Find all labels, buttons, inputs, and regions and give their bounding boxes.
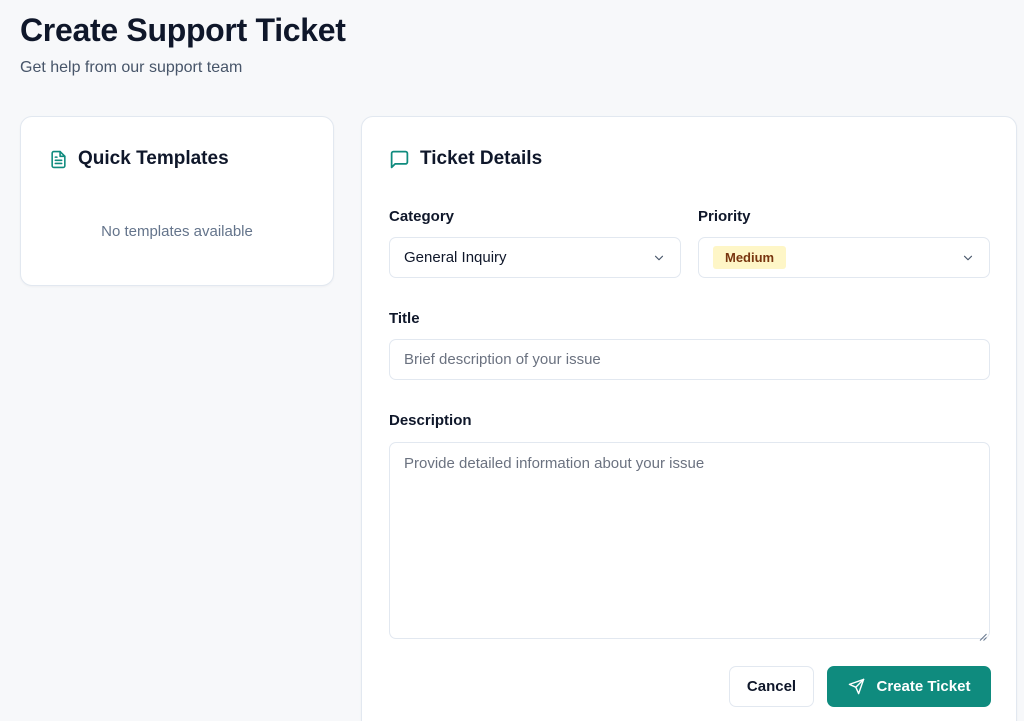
priority-badge: Medium (713, 246, 787, 269)
cancel-button[interactable]: Cancel (729, 666, 814, 707)
title-input[interactable] (389, 339, 990, 380)
page: Create Support Ticket Get help from our … (0, 0, 1024, 721)
description-label: Description (389, 412, 472, 429)
templates-empty-text: No templates available (101, 223, 253, 240)
message-square-icon (389, 149, 410, 170)
ticket-details-card: Ticket Details Category General Inquiry … (361, 116, 1017, 721)
chevron-down-icon (961, 251, 975, 269)
quick-templates-title: Quick Templates (78, 148, 229, 169)
ticket-details-title: Ticket Details (420, 148, 543, 169)
resize-handle-icon[interactable] (979, 628, 987, 646)
category-select-value: General Inquiry (404, 249, 507, 266)
title-label: Title (389, 310, 420, 327)
quick-templates-card: Quick Templates No templates available (20, 116, 334, 286)
file-text-icon (49, 149, 68, 170)
send-icon (848, 678, 865, 695)
page-title: Create Support Ticket (20, 12, 346, 48)
page-subtitle: Get help from our support team (20, 59, 243, 76)
priority-select[interactable]: Medium (698, 237, 990, 278)
category-select[interactable]: General Inquiry (389, 237, 681, 278)
create-ticket-button[interactable]: Create Ticket (827, 666, 991, 707)
description-textarea[interactable] (389, 442, 990, 639)
create-ticket-label: Create Ticket (876, 678, 971, 695)
category-label: Category (389, 208, 455, 225)
cancel-button-label: Cancel (746, 678, 797, 695)
chevron-down-icon (652, 251, 666, 269)
priority-label: Priority (698, 208, 751, 225)
ticket-details-header: Ticket Details (389, 148, 542, 170)
quick-templates-header: Quick Templates (49, 148, 229, 170)
